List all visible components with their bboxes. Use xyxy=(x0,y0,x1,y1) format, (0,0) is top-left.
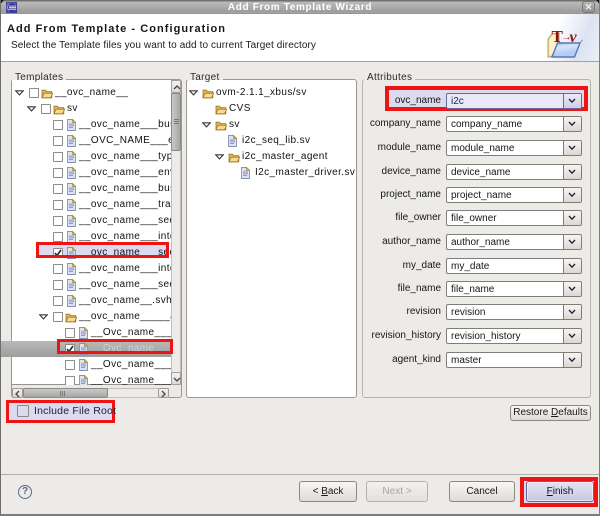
svg-text:ν: ν xyxy=(570,29,578,46)
